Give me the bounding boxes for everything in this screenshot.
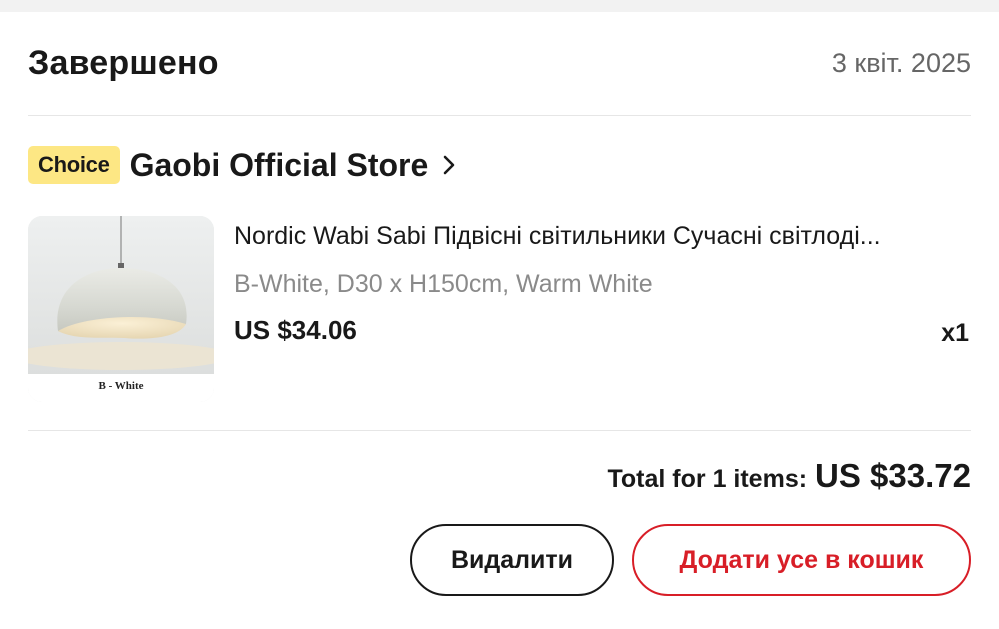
product-price: US $34.06 — [234, 315, 357, 345]
store-link[interactable]: Choice Gaobi Official Store — [28, 145, 460, 185]
add-all-to-cart-button[interactable]: Додати усе в кошик — [632, 524, 971, 596]
chevron-right-icon — [442, 154, 460, 176]
divider — [28, 430, 971, 431]
image-caption: B - White — [98, 380, 143, 392]
order-status: Завершено — [28, 44, 219, 82]
product-quantity: x1 — [941, 319, 969, 347]
divider — [28, 115, 971, 116]
product-sku: B-White, D30 x H150cm, Warm White — [234, 270, 653, 298]
delete-button[interactable]: Видалити — [410, 524, 614, 596]
order-date: 3 квіт. 2025 — [831, 48, 971, 78]
order-card: Завершено 3 квіт. 2025 Choice Gaobi Offi… — [0, 12, 999, 629]
total-label: Total for 1 items: — [607, 465, 808, 493]
total-value: US $33.72 — [815, 457, 971, 494]
order-total: Total for 1 items: US $33.72 — [607, 457, 971, 495]
top-strip — [0, 0, 999, 12]
store-name: Gaobi Official Store — [129, 146, 429, 183]
choice-badge: Choice — [28, 146, 120, 184]
product-image[interactable]: B - White — [28, 216, 214, 402]
product-title[interactable]: Nordic Wabi Sabi Підвісні світильники Су… — [234, 222, 964, 251]
